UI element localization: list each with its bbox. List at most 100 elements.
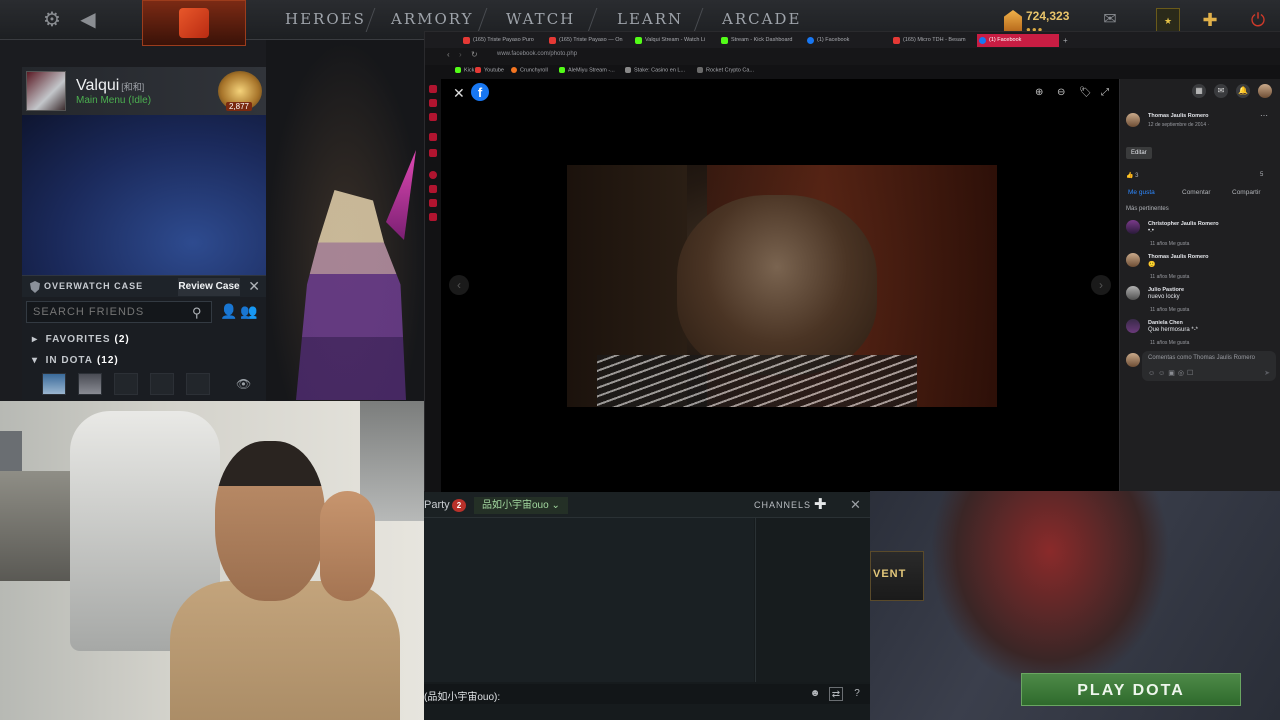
comment-input[interactable]: Comentas como Thomas Jaulis Romero ☺☺▣◎☐… [1142,351,1276,381]
bookmark-item[interactable]: Stake: Casino en L... [625,67,685,73]
comment-meta[interactable]: 11 años Me gusta [1150,307,1189,313]
comment-button[interactable]: Comentar [1182,189,1211,196]
notifications-icon[interactable]: 🔔 [1236,84,1250,98]
close-icon[interactable]: ✕ [850,497,861,513]
comment-filter[interactable]: Más pertinentes [1126,206,1169,212]
sidebar-app-icon[interactable] [429,149,437,157]
post-date[interactable]: 12 de septiembre de 2014 · [1148,122,1209,128]
gear-icon[interactable]: ⚙ [40,8,64,32]
browser-tab[interactable]: (165) Triste Payaso — On [547,34,627,47]
close-icon[interactable]: ✕ [453,85,465,102]
chat-input[interactable]: (品如小宇宙ouo): ☻ ⇄ ? [424,684,870,704]
battle-pass-icon[interactable]: ★ [1156,8,1180,32]
friend-avatar[interactable] [186,373,210,395]
review-case-button[interactable]: Review Case [178,278,240,296]
menu-grid-icon[interactable]: ▦ [1192,84,1206,98]
browser-tab[interactable]: Valqui Stream - Watch Li [633,34,713,47]
profile-header[interactable]: Valqui [和和] Main Menu (Idle) 2,877 [22,67,266,115]
comment-count[interactable]: 5 [1260,172,1263,178]
help-icon[interactable]: ? [850,687,864,701]
search-friends-input[interactable] [26,301,212,323]
back-icon[interactable]: ‹ [447,50,450,59]
party-tab[interactable]: Party [424,499,450,511]
group-favorites[interactable]: ▸ FAVORITES (2) [32,334,130,345]
friend-avatar[interactable] [78,373,102,395]
event-button[interactable]: VENT [870,551,924,601]
new-tab-button[interactable]: + [1061,34,1073,47]
sidebar-app-icon[interactable] [429,185,437,193]
send-icon[interactable]: ➤ [1264,369,1270,377]
eye-icon[interactable]: 👁 [236,377,251,391]
add-channel-icon[interactable]: ✚ [814,495,827,513]
back-arrow-icon[interactable]: ◀ [76,8,100,32]
browser-tab[interactable]: Stream - Kick Dashboard [719,34,799,47]
like-button[interactable]: Me gusta [1128,189,1155,196]
reaction-summary[interactable]: 👍 3 [1126,172,1139,179]
chat-log[interactable] [424,518,754,682]
forward-icon[interactable]: › [459,50,462,59]
bookmark-item[interactable]: Kick [455,67,474,73]
zoom-out-icon[interactable]: ⊖ [1057,87,1065,98]
sidebar-app-icon[interactable] [429,99,437,107]
close-icon[interactable]: ✕ [248,278,260,295]
nav-heroes[interactable]: HEROES [285,10,366,28]
bookmark-item[interactable]: Crunchyroll [511,67,548,73]
next-photo-button[interactable]: › [1091,275,1111,295]
nav-armory[interactable]: ARMORY [391,10,474,28]
author-name[interactable]: Thomas Jaulis Romero [1148,113,1209,119]
nav-learn[interactable]: LEARN [617,10,683,28]
friend-avatar[interactable] [150,373,174,395]
browser-tab[interactable]: (165) Triste Payaso Puro [461,34,541,47]
dota-plus-icon[interactable]: ✚ [1198,8,1222,32]
channels-label[interactable]: CHANNELS [754,500,811,510]
group-in-dota[interactable]: ▾ IN DOTA (12) [32,355,119,366]
share-button[interactable]: Compartir [1232,189,1261,196]
friend-avatar[interactable] [42,373,66,395]
bookmark-item[interactable]: AleMiyu Stream -... [559,67,615,73]
fullscreen-icon[interactable]: ⤢ [1101,87,1109,98]
url-field[interactable]: www.facebook.com/photo.php [497,51,577,57]
bookmark-item[interactable]: Rocket Crypto Ca... [697,67,754,73]
facebook-logo[interactable]: f [471,83,489,101]
party-icon[interactable]: 👥 [240,303,257,320]
commenter-avatar[interactable] [1126,220,1140,234]
nav-arcade[interactable]: ARCADE [722,10,801,28]
commenter-name[interactable]: Thomas Jaulis Romero [1148,254,1209,260]
author-avatar[interactable] [1126,113,1140,127]
commenter-avatar[interactable] [1126,319,1140,333]
commenter-avatar[interactable] [1126,286,1140,300]
zoom-in-icon[interactable]: ⊕ [1035,87,1043,98]
reload-icon[interactable]: ↻ [471,50,478,59]
power-icon[interactable]: ⏻ [1246,8,1270,32]
browser-tab[interactable]: (1) Facebook [805,34,885,47]
emoji-icon[interactable]: ☻ [808,687,822,701]
nav-watch[interactable]: WATCH [506,10,575,28]
browser-tab-active[interactable]: (1) Facebook [977,34,1059,47]
comment-meta[interactable]: 11 años Me gusta [1150,241,1189,247]
avatar[interactable] [26,71,66,111]
comment-meta[interactable]: 11 años Me gusta [1150,340,1189,346]
more-options-icon[interactable]: ⋯ [1260,111,1268,120]
messenger-icon[interactable]: ✉ [1214,84,1228,98]
sidebar-app-icon[interactable] [429,113,437,121]
edit-button[interactable]: Editar [1126,147,1152,159]
mail-icon[interactable]: ✉ [1098,8,1122,32]
channels-list[interactable] [755,518,870,682]
dota-logo[interactable] [142,0,246,46]
play-dota-button[interactable]: PLAY DOTA [1021,673,1241,706]
commenter-name[interactable]: Christopher Jaulis Romero [1148,221,1219,227]
commenter-name[interactable]: Daniela Chen [1148,320,1183,326]
tag-icon[interactable]: 🏷 [1079,87,1092,98]
sidebar-app-icon[interactable] [429,171,437,179]
bookmark-item[interactable]: Youtube [475,67,504,73]
commenter-avatar[interactable] [1126,253,1140,267]
comment-meta[interactable]: 11 años Me gusta [1150,274,1189,280]
sidebar-app-icon[interactable] [429,133,437,141]
profile-avatar[interactable] [1258,84,1272,98]
add-friend-icon[interactable]: 👤 [220,303,237,320]
friend-avatar[interactable] [114,373,138,395]
commenter-name[interactable]: Julio Pastiore [1148,287,1184,293]
search-icon[interactable]: ⚲ [192,305,202,321]
translate-icon[interactable]: ⇄ [829,687,843,701]
sidebar-app-icon[interactable] [429,213,437,221]
